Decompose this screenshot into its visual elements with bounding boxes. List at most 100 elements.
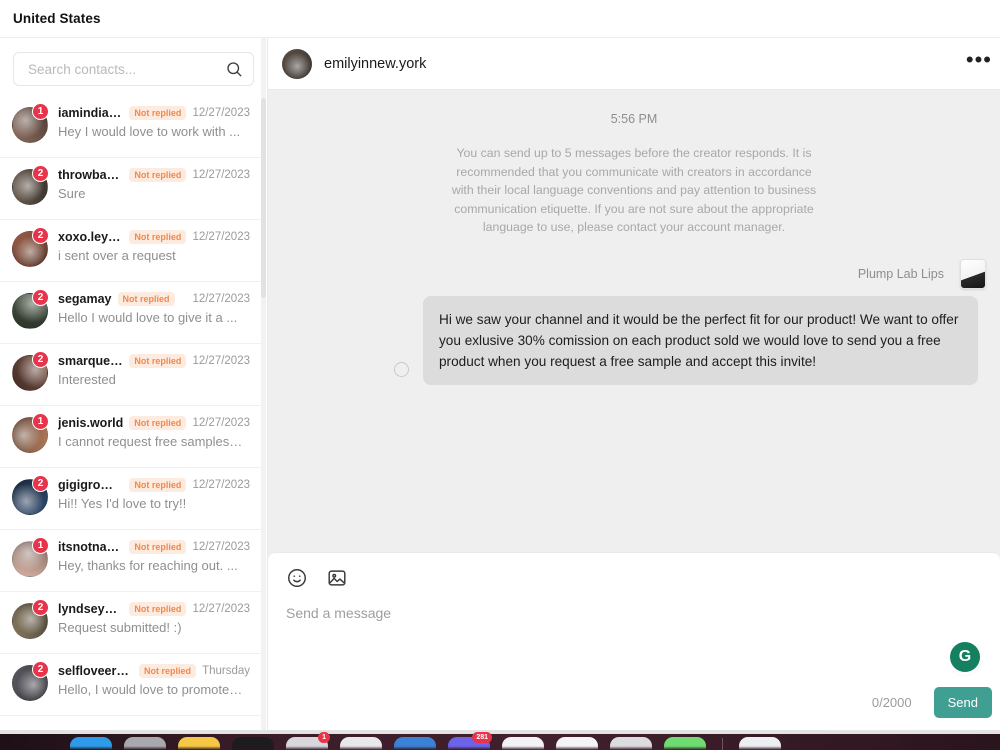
contact-list-item[interactable]: 2 gigigrombac… Not replied 12/27/2023 Hi… (0, 468, 262, 530)
avatar-wrapper: 2 (12, 599, 49, 639)
composer-footer: 0/2000 Send (871, 687, 992, 718)
dock-icon[interactable]: 1 (286, 732, 330, 750)
dock-icon[interactable] (556, 737, 598, 750)
dock-icon[interactable]: 281 (448, 732, 492, 750)
avatar-wrapper: 2 (12, 475, 49, 515)
contact-name: smarques90 (58, 354, 124, 368)
status-badge: Not replied (129, 540, 187, 554)
contact-message-preview: Sure (58, 186, 86, 201)
contact-list[interactable]: 1 iamindiaaxo Not replied 12/27/2023 Hey… (0, 96, 267, 730)
search-icon (227, 62, 242, 77)
dock-icon[interactable] (232, 737, 274, 750)
chat-header: emilyinnew.york ••• (268, 38, 1000, 90)
message-composer: G 0/2000 Send (268, 552, 1000, 730)
contact-name: segamay (58, 292, 112, 306)
contact-list-item[interactable]: 1 jenis.world Not replied 12/27/2023 I c… (0, 406, 262, 468)
contact-name: xoxo.leyley (58, 230, 124, 244)
contact-meta-row: itsnotnayarrr Not replied 12/27/2023 (58, 540, 250, 554)
image-icon[interactable] (326, 567, 348, 589)
status-badge: Not replied (129, 106, 187, 120)
dock-icon[interactable] (739, 737, 781, 750)
chat-header-avatar[interactable] (282, 48, 312, 79)
dock-icon[interactable] (70, 737, 112, 750)
dock-icon[interactable] (664, 737, 706, 750)
contact-date: Thursday (202, 665, 250, 677)
contact-date: 12/27/2023 (192, 293, 250, 305)
status-badge: Not replied (129, 478, 187, 492)
contact-list-item[interactable]: 2 xoxo.leyley Not replied 12/27/2023 i s… (0, 220, 262, 282)
emoji-icon[interactable] (286, 567, 308, 589)
unread-count-badge: 1 (32, 103, 49, 120)
dock-icon[interactable] (178, 737, 220, 750)
grammarly-icon[interactable]: G (950, 642, 980, 672)
dock-icon[interactable] (610, 737, 652, 750)
dock-icon[interactable] (124, 737, 166, 750)
contact-name: itsnotnayarrr (58, 540, 123, 554)
contact-details: throwbackpi… Not replied 12/27/2023 Sure (58, 168, 250, 201)
search-input[interactable] (28, 61, 225, 77)
dock-icon-list[interactable]: 1 281 (70, 732, 781, 750)
avatar-wrapper: 1 (12, 537, 49, 577)
dock-icon[interactable] (394, 737, 436, 750)
unread-count-badge: 1 (32, 413, 49, 430)
composer-toolbar (286, 567, 982, 589)
contact-meta-row: smarques90 Not replied 12/27/2023 (58, 354, 250, 368)
window-titlebar: United States (0, 0, 1000, 38)
unread-count-badge: 2 (32, 599, 49, 616)
contact-name: iamindiaaxo (58, 106, 124, 120)
avatar-wrapper: 2 (12, 351, 49, 391)
unread-count-badge: 2 (32, 227, 49, 244)
chat-messages-area: 5:56 PM You can send up to 5 messages be… (268, 90, 1000, 552)
contact-details: itsnotnayarrr Not replied 12/27/2023 Hey… (58, 540, 250, 573)
search-container (0, 38, 267, 96)
status-badge: Not replied (139, 664, 197, 678)
main-layout: 1 iamindiaaxo Not replied 12/27/2023 Hey… (0, 38, 1000, 730)
status-badge: Not replied (129, 230, 187, 244)
chat-pane: emilyinnew.york ••• 5:56 PM You can send… (268, 38, 1000, 730)
send-button[interactable]: Send (933, 687, 992, 718)
contact-list-item[interactable]: 2 segamay Not replied 12/27/2023 Hello I… (0, 282, 262, 344)
contact-details: smarques90 Not replied 12/27/2023 Intere… (58, 354, 250, 387)
message-timestamp: 5:56 PM (610, 112, 658, 126)
contact-details: jenis.world Not replied 12/27/2023 I can… (58, 416, 250, 449)
contact-meta-row: selfloveera_l Not replied Thursday (58, 664, 250, 678)
contact-list-item[interactable]: 1 itsnotnayarrr Not replied 12/27/2023 H… (0, 530, 262, 592)
contact-list-scroll[interactable]: 1 iamindiaaxo Not replied 12/27/2023 Hey… (0, 96, 262, 730)
contact-date: 12/27/2023 (192, 355, 250, 367)
contact-date: 12/27/2023 (192, 169, 250, 181)
contact-meta-row: segamay Not replied 12/27/2023 (58, 292, 250, 306)
message-row: Hi we saw your channel and it would be t… (290, 295, 978, 385)
unread-count-badge: 2 (32, 475, 49, 492)
sidebar-scrollbar-thumb[interactable] (261, 98, 266, 298)
contact-message-preview: I cannot request free samples… (58, 434, 243, 449)
character-counter: 0/2000 (871, 695, 912, 710)
contact-message-preview: Interested (58, 372, 116, 387)
more-options-icon[interactable]: ••• (966, 48, 992, 73)
dock-badge: 1 (318, 732, 330, 743)
unread-count-badge: 2 (32, 165, 49, 182)
product-thumbnail[interactable] (960, 258, 986, 289)
avatar-wrapper: 1 (12, 103, 49, 143)
contact-date: 12/27/2023 (192, 479, 250, 491)
contact-message-preview: Hello I would love to give it a ... (58, 310, 238, 325)
dock-icon[interactable] (502, 737, 544, 750)
status-badge: Not replied (129, 602, 187, 616)
contact-list-item[interactable]: 2 smarques90 Not replied 12/27/2023 Inte… (0, 344, 262, 406)
contact-name: selfloveera_l (58, 664, 134, 678)
message-pending-icon (394, 361, 409, 377)
contact-meta-row: iamindiaaxo Not replied 12/27/2023 (58, 106, 250, 120)
contact-list-item[interactable]: 2 throwbackpi… Not replied 12/27/2023 Su… (0, 158, 262, 220)
contact-list-item[interactable]: 2 selfloveera_l Not replied Thursday Hel… (0, 654, 262, 716)
contact-name: gigigrombac… (58, 478, 123, 492)
contact-message-preview: Hey I would love to work with ... (58, 124, 241, 139)
contact-list-item[interactable]: 2 lyndseydotw Not replied 12/27/2023 Req… (0, 592, 262, 654)
contact-list-item[interactable]: 1 iamindiaaxo Not replied 12/27/2023 Hey… (0, 96, 262, 158)
status-badge: Not replied (129, 168, 187, 182)
contact-name: lyndseydotw (58, 602, 123, 616)
contact-date: 12/27/2023 (192, 107, 250, 119)
search-box[interactable] (13, 52, 254, 86)
dock-icon[interactable] (340, 737, 382, 750)
contact-date: 12/27/2023 (192, 603, 250, 615)
os-dock: 1 281 (0, 730, 1000, 750)
contact-meta-row: gigigrombac… Not replied 12/27/2023 (58, 478, 250, 492)
